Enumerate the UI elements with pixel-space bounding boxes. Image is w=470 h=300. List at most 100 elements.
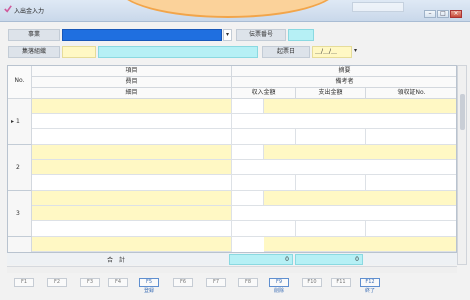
f11-key[interactable]: F11 <box>331 278 351 287</box>
jigyo-select[interactable] <box>62 29 222 41</box>
background-tab <box>352 2 404 12</box>
row3-ryoshu[interactable] <box>366 221 456 237</box>
row3-shishutsu[interactable] <box>296 221 366 237</box>
row3-himoku[interactable] <box>32 206 232 221</box>
row2-shishutsu[interactable] <box>296 175 366 191</box>
total-income: 0 <box>229 254 293 265</box>
minimize-button[interactable]: – <box>424 10 436 18</box>
row3-bikousha[interactable] <box>232 206 456 221</box>
f8-key[interactable]: F8 <box>238 278 258 287</box>
row3-tekiyo[interactable] <box>264 191 456 206</box>
f12-key[interactable]: F12 終了 <box>360 278 380 295</box>
f10-key[interactable]: F10 <box>302 278 322 287</box>
f2-key[interactable]: F2 <box>47 278 67 287</box>
row-number-text: 3 <box>16 210 20 217</box>
row2-koumoku[interactable] <box>32 145 232 160</box>
denpyo-label: 伝票番号 <box>236 29 286 41</box>
f12-label: 終了 <box>364 288 375 294</box>
denpyo-number-field[interactable] <box>288 29 314 41</box>
row3-shunyu[interactable] <box>232 221 296 237</box>
window-title: 入出金入力 <box>14 8 45 15</box>
row4-tekiyo[interactable] <box>264 237 456 252</box>
row1-saimoku[interactable] <box>32 129 232 145</box>
row4-koumoku[interactable] <box>32 237 232 252</box>
row1-shishutsu[interactable] <box>296 129 366 145</box>
f5-label: 登録 <box>143 288 154 294</box>
row1-koumoku[interactable] <box>32 99 232 114</box>
f8-key-cap: F8 <box>238 278 258 287</box>
date-dropdown-icon[interactable]: ▾ <box>354 47 357 54</box>
header-ryoshu: 領収証No. <box>366 88 456 99</box>
app-icon <box>4 5 12 13</box>
kiten-date-field[interactable]: ＿/＿/＿ <box>312 46 352 58</box>
total-expense: 0 <box>295 254 363 265</box>
f4-key-cap: F4 <box>108 278 128 287</box>
row1-tekiyo-code[interactable] <box>232 99 264 114</box>
entry-grid: No. 項目 費目 細目 摘要 備考者 収入金額 支出金額 領収証No. ▸ 1… <box>7 65 457 265</box>
jigyo-label: 事業 <box>8 29 60 41</box>
maximize-button[interactable]: □ <box>437 10 449 18</box>
row-number-2: 2 <box>8 145 32 191</box>
header-bikousha: 備考者 <box>232 77 456 88</box>
f9-key-cap: F9 <box>269 278 289 287</box>
row-number-1: ▸ 1 <box>8 99 32 145</box>
header-koumoku: 項目 <box>32 66 232 77</box>
f3-key-cap: F3 <box>80 278 100 287</box>
f12-key-cap: F12 <box>360 278 380 287</box>
row2-shunyu[interactable] <box>232 175 296 191</box>
f1-key[interactable]: F1 <box>14 278 34 287</box>
vertical-scrollbar[interactable] <box>457 65 467 265</box>
f5-key-cap: F5 <box>139 278 159 287</box>
row-number-3: 3 <box>8 191 32 237</box>
row3-tekiyo-code[interactable] <box>232 191 264 206</box>
row1-ryoshu[interactable] <box>366 129 456 145</box>
row2-tekiyo-code[interactable] <box>232 145 264 160</box>
current-row-indicator: ▸ <box>11 118 15 125</box>
shukei-label: 集落組織 <box>8 46 60 58</box>
horizontal-scrollbar[interactable] <box>7 266 457 273</box>
row2-saimoku[interactable] <box>32 175 232 191</box>
f2-key-cap: F2 <box>47 278 67 287</box>
row3-saimoku[interactable] <box>32 221 232 237</box>
header-himoku: 費目 <box>32 77 232 88</box>
f10-key-cap: F10 <box>302 278 322 287</box>
totals-label: 合 計 <box>107 257 126 264</box>
form-row-2: 集落組織 起票日 ＿/＿/＿ ▾ <box>0 44 470 64</box>
f3-key[interactable]: F3 <box>80 278 100 287</box>
f9-label: 削除 <box>273 288 284 294</box>
scrollbar-thumb[interactable] <box>460 94 465 130</box>
function-key-bar: F1 F2 F3 F4 F5 登録 F6 F7 F8 F9 削除 F10 F11 F… <box>0 276 470 300</box>
header-shunyu: 収入金額 <box>232 88 296 99</box>
shukei-code-field[interactable] <box>62 46 96 58</box>
f9-key[interactable]: F9 削除 <box>269 278 289 295</box>
row1-himoku[interactable] <box>32 114 232 129</box>
header-tekiyo: 摘要 <box>232 66 456 77</box>
header-shishutsu: 支出金額 <box>296 88 366 99</box>
f5-key[interactable]: F5 登録 <box>139 278 159 295</box>
f7-key-cap: F7 <box>206 278 226 287</box>
row-number-text: 2 <box>16 164 20 171</box>
header-no: No. <box>8 66 32 99</box>
f1-key-cap: F1 <box>14 278 34 287</box>
row2-tekiyo[interactable] <box>264 145 456 160</box>
jigyo-dropdown-icon[interactable]: ▾ <box>223 29 232 41</box>
f4-key[interactable]: F4 <box>108 278 128 287</box>
row3-koumoku[interactable] <box>32 191 232 206</box>
form-row-1: 事業 ▾ 伝票番号 <box>0 26 470 46</box>
row2-ryoshu[interactable] <box>366 175 456 191</box>
row-number-text: 1 <box>16 118 20 125</box>
row1-bikousha[interactable] <box>232 114 456 129</box>
totals-row: 合 計 0 0 <box>7 252 457 265</box>
row2-bikousha[interactable] <box>232 160 456 175</box>
f6-key-cap: F6 <box>173 278 193 287</box>
header-saimoku: 細目 <box>32 88 232 99</box>
f11-key-cap: F11 <box>331 278 351 287</box>
row2-himoku[interactable] <box>32 160 232 175</box>
row1-tekiyo[interactable] <box>264 99 456 114</box>
f6-key[interactable]: F6 <box>173 278 193 287</box>
close-button[interactable]: × <box>450 10 462 18</box>
kiten-label: 起票日 <box>262 46 310 58</box>
shukei-name-field <box>98 46 258 58</box>
row1-shunyu[interactable] <box>232 129 296 145</box>
f7-key[interactable]: F7 <box>206 278 226 287</box>
